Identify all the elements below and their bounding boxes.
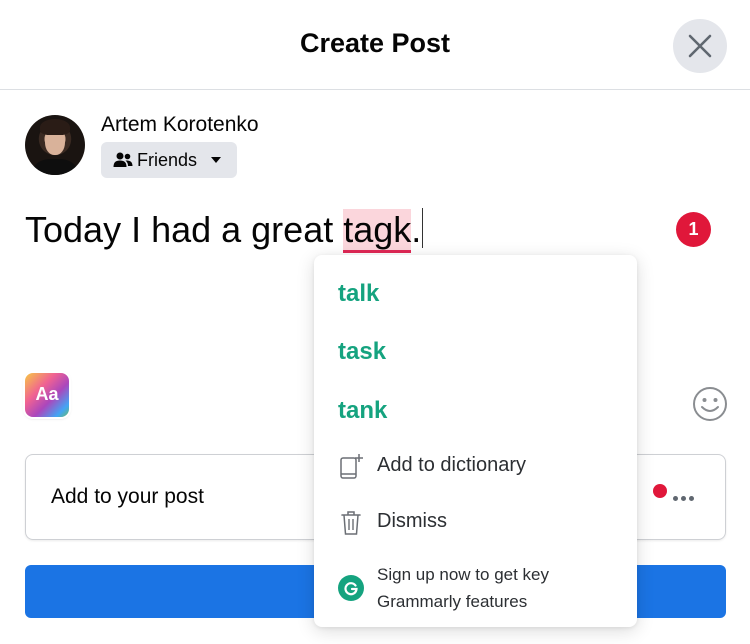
signup-text-line2: Grammarly features: [377, 592, 528, 611]
add-to-dictionary-icon: [340, 454, 363, 479]
suggestion-item[interactable]: tank: [338, 397, 387, 425]
text-style-label: Aa: [35, 384, 59, 404]
trash-icon: [341, 511, 361, 535]
create-post-dialog: Create Post Artem Korotenko Friends Toda…: [0, 0, 750, 644]
suggestion-item[interactable]: task: [338, 338, 386, 366]
add-to-dictionary-label: Add to dictionary: [377, 454, 526, 476]
add-to-post-label: Add to your post: [51, 485, 204, 508]
close-icon: [688, 34, 712, 58]
caret-down-icon: [211, 157, 221, 163]
close-button[interactable]: [673, 19, 727, 73]
more-options-button[interactable]: [668, 477, 708, 517]
friends-icon: [113, 152, 133, 167]
more-horizontal-icon: [673, 496, 678, 501]
post-text-before: Today I had a great: [25, 209, 344, 250]
grammarly-issue-count-badge[interactable]: 1: [676, 212, 711, 247]
misspelled-word[interactable]: tagk: [343, 209, 412, 253]
text-cursor: [422, 208, 424, 248]
dismiss-label: Dismiss: [377, 510, 447, 532]
dialog-title: Create Post: [299, 28, 451, 58]
dialog-header: Create Post: [0, 0, 750, 90]
avatar: [25, 115, 85, 175]
post-text-input[interactable]: Today I had a great tagk.: [25, 208, 424, 253]
audience-selector[interactable]: Friends: [101, 142, 237, 178]
notification-dot: [653, 484, 667, 498]
user-name: Artem Korotenko: [101, 113, 259, 136]
signup-text-line1: Sign up now to get key: [377, 565, 550, 584]
grammarly-suggestion-popup: talk task tank Add to dictionary Dismiss: [314, 255, 637, 627]
post-text-after: .: [411, 209, 422, 250]
audience-label: Friends: [137, 150, 198, 170]
smiley-icon[interactable]: [692, 386, 728, 422]
text-background-button[interactable]: Aa: [25, 373, 69, 417]
grammarly-logo-icon: [338, 575, 364, 601]
suggestion-item[interactable]: talk: [338, 280, 379, 308]
